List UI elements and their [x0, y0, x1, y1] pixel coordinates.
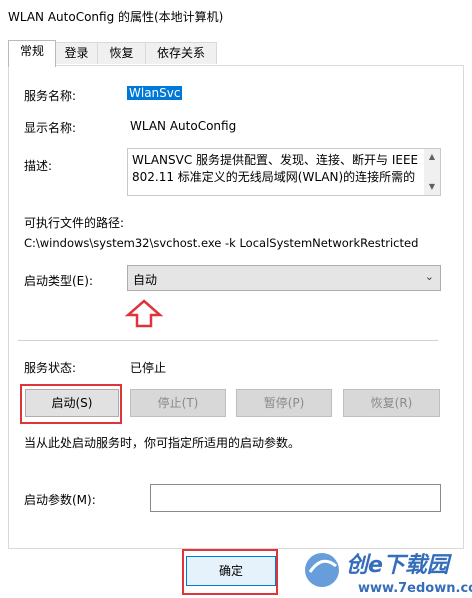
chevron-down-icon: ⌄ [424, 270, 434, 283]
start-params-input[interactable] [150, 484, 441, 512]
exec-path-label: 可执行文件的路径: [24, 216, 125, 230]
exec-path-value: C:\windows\system32\svchost.exe -k Local… [24, 236, 419, 250]
description-text: WLANSVC 服务提供配置、发现、连接、断开与 IEEE 802.11 标准定… [132, 153, 419, 184]
window-title: WLAN AutoConfig 的属性(本地计算机) [8, 10, 224, 24]
resume-button[interactable]: 恢复(R) [343, 389, 440, 417]
ok-highlight-box [182, 549, 278, 595]
tab-logon[interactable]: 登录 [55, 42, 98, 64]
svg-text:www.7edown.com: www.7edown.com [358, 581, 472, 596]
tab-recovery[interactable]: 恢复 [97, 42, 146, 64]
service-name-value[interactable]: WlanSvc [127, 86, 183, 100]
scroll-up-icon[interactable]: ▲ [424, 149, 440, 165]
service-name-label: 服务名称: [24, 89, 77, 103]
description-scrollbar[interactable]: ▲ ▼ [424, 149, 440, 195]
start-params-label: 启动参数(M): [24, 493, 96, 507]
pause-button[interactable]: 暂停(P) [236, 389, 332, 417]
service-status-label: 服务状态: [24, 361, 77, 375]
arrow-up-icon [124, 299, 164, 328]
tab-strip: 常规 登录 恢复 依存关系 [0, 40, 472, 67]
startup-type-label: 启动类型(E): [24, 274, 93, 288]
watermark-logo: 创e下载园 www.7edown.com [305, 553, 472, 596]
tab-general[interactable]: 常规 [8, 40, 56, 67]
svg-text:创e下载园: 创e下载园 [346, 553, 453, 578]
startup-type-value: 自动 [133, 273, 158, 287]
start-hint-text: 当从此处启动服务时，你可指定所适用的启动参数。 [24, 436, 301, 450]
start-highlight-box [20, 384, 122, 424]
service-status-value: 已停止 [130, 361, 167, 375]
description-label: 描述: [24, 159, 53, 173]
scroll-down-icon[interactable]: ▼ [424, 179, 440, 195]
stop-button[interactable]: 停止(T) [130, 389, 226, 417]
display-name-label: 显示名称: [24, 121, 77, 135]
display-name-value[interactable]: WLAN AutoConfig [130, 119, 236, 133]
general-panel [8, 65, 464, 549]
divider [18, 340, 438, 341]
tab-dependencies[interactable]: 依存关系 [145, 42, 217, 64]
description-textarea[interactable]: WLANSVC 服务提供配置、发现、连接、断开与 IEEE 802.11 标准定… [127, 148, 441, 196]
startup-type-dropdown[interactable]: 自动 ⌄ [127, 265, 441, 291]
title-bar: WLAN AutoConfig 的属性(本地计算机) [0, 0, 472, 32]
